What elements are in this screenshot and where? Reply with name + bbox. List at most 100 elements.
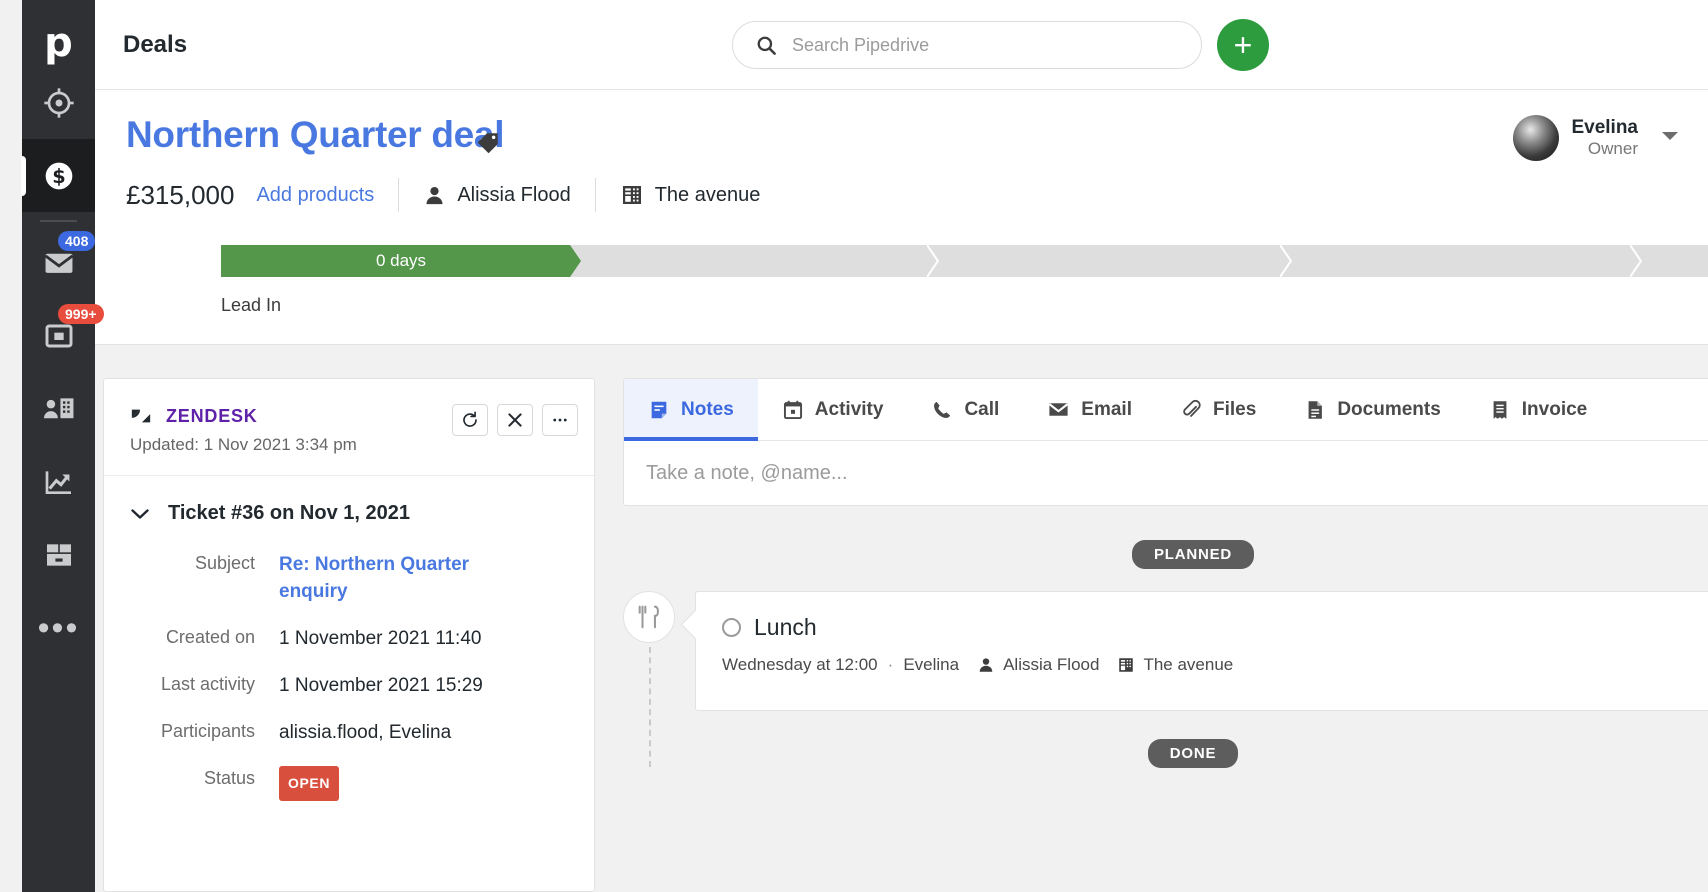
activity-card[interactable]: Lunch Wednesday at 12:00 · Evelina Aliss… <box>695 591 1708 711</box>
tab-call[interactable]: Call <box>907 379 1023 440</box>
activity-when: Wednesday at 12:00 <box>722 655 878 674</box>
mail-unread-badge: 408 <box>58 231 96 251</box>
stage-divider-3 <box>1279 244 1293 278</box>
deal-meta-row: £315,000 Add products Alissia Flood The … <box>126 178 760 212</box>
activity-separator: · <box>887 655 894 674</box>
field-label: Participants <box>160 721 255 741</box>
global-search[interactable] <box>732 21 1202 69</box>
meta-divider-2 <box>594 178 596 212</box>
person-icon <box>426 186 443 204</box>
pipeline-stages[interactable]: 0 days <box>221 244 1708 278</box>
tab-invoice-label: Invoice <box>1521 398 1588 420</box>
owner-name: Evelina <box>1571 117 1638 138</box>
pipedrive-logo-icon[interactable]: p <box>36 20 82 66</box>
sidebar-item-products[interactable] <box>22 518 95 591</box>
field-label: Subject <box>194 553 255 573</box>
tab-email-label: Email <box>1081 398 1132 420</box>
field-label: Last activity <box>160 674 255 694</box>
planned-section-header: PLANNED <box>623 540 1708 569</box>
deal-person[interactable]: Alissia Flood <box>423 183 571 207</box>
note-input-row[interactable] <box>624 441 1708 505</box>
top-bar: Deals + <box>95 0 1708 90</box>
field-value-subject[interactable]: Re: Northern Quarter enquiry <box>279 551 499 605</box>
sidebar-item-more[interactable]: ••• <box>22 591 95 664</box>
field-row-participants: Participants alissia.flood, Evelina <box>130 719 574 746</box>
tab-documents-label: Documents <box>1337 398 1441 420</box>
content-area: ZENDESK Updated: 1 Nov 2021 3:34 pm Tick… <box>95 345 1708 892</box>
add-button[interactable]: + <box>1217 19 1269 71</box>
organization-icon <box>1119 658 1134 672</box>
campaign-icon <box>45 324 72 347</box>
activity-item: Lunch Wednesday at 12:00 · Evelina Aliss… <box>623 591 1708 767</box>
planned-pill: PLANNED <box>1131 540 1255 569</box>
detail-tabs: Notes Activity Call Email Files Document… <box>624 379 1708 441</box>
zendesk-updated: Updated: 1 Nov 2021 3:34 pm <box>130 435 357 454</box>
tab-documents[interactable]: Documents <box>1280 379 1464 440</box>
activity-organization[interactable]: The avenue <box>1117 655 1233 675</box>
tab-notes-label: Notes <box>681 398 734 420</box>
deal-value: £315,000 <box>126 179 235 210</box>
tab-files[interactable]: Files <box>1156 379 1280 440</box>
lunch-icon <box>623 591 675 643</box>
unlink-icon <box>508 413 522 427</box>
sidebar-item-deals[interactable]: $ <box>21 139 95 212</box>
sidebar-item-insights[interactable] <box>22 445 95 518</box>
tab-call-label: Call <box>964 398 1000 420</box>
sidebar-item-leads[interactable] <box>22 66 95 139</box>
more-options-button[interactable] <box>542 404 578 436</box>
pipedrive-logo-letter: p <box>44 20 73 66</box>
sidebar-item-contacts[interactable] <box>22 372 95 445</box>
field-row-created-on: Created on 1 November 2021 11:40 <box>130 625 574 652</box>
search-input[interactable] <box>792 34 1172 56</box>
notes-card: Notes Activity Call Email Files Document… <box>623 378 1708 506</box>
document-icon <box>1308 400 1323 419</box>
dollar-circle-icon: $ <box>45 162 72 189</box>
invoice-icon <box>1493 400 1507 419</box>
activity-complete-checkbox[interactable] <box>722 618 741 637</box>
note-input[interactable] <box>646 461 1707 485</box>
activity-person-label: Alissia Flood <box>1003 655 1100 674</box>
target-icon <box>43 87 74 118</box>
done-pill: DONE <box>1147 739 1239 768</box>
tab-invoice[interactable]: Invoice <box>1465 379 1611 440</box>
refresh-icon <box>463 411 477 427</box>
svg-text:$: $ <box>52 165 65 188</box>
deal-organization[interactable]: The avenue <box>620 183 760 207</box>
tag-icon[interactable] <box>475 130 501 161</box>
note-icon <box>651 401 667 418</box>
pipeline-stage-label: Lead In <box>221 295 282 315</box>
tab-activity[interactable]: Activity <box>758 379 908 440</box>
deal-owner[interactable]: Evelina Owner <box>1513 115 1680 161</box>
activity-person[interactable]: Alissia Flood <box>977 655 1099 675</box>
chevron-down-icon <box>131 508 149 519</box>
owner-role: Owner <box>1587 139 1638 158</box>
deal-title[interactable]: Northern Quarter deal <box>126 114 504 156</box>
tab-notes[interactable]: Notes <box>624 379 758 441</box>
field-row-status: Status OPEN <box>130 766 574 801</box>
field-label: Status <box>203 768 255 788</box>
person-icon <box>979 658 993 672</box>
sidebar-item-mail[interactable]: 408 <box>22 226 96 299</box>
field-value-created-on: 1 November 2021 11:40 <box>279 628 482 649</box>
timeline-connector <box>649 647 651 767</box>
phone-icon <box>934 401 951 418</box>
tab-email[interactable]: Email <box>1023 379 1156 440</box>
calendar-icon <box>783 400 802 419</box>
field-value-status: OPEN <box>279 766 340 801</box>
zendesk-actions <box>452 404 578 436</box>
refresh-button[interactable] <box>452 404 488 436</box>
sidebar-item-campaigns[interactable]: 999+ <box>22 299 104 372</box>
pipeline-current-stage[interactable]: 0 days <box>221 245 581 277</box>
stage-divider-4 <box>1629 244 1643 278</box>
zendesk-ticket-header[interactable]: Ticket #36 on Nov 1, 2021 <box>104 476 594 533</box>
ellipsis-icon: ••• <box>37 608 80 647</box>
chevron-down-icon[interactable] <box>1660 129 1680 148</box>
unlink-button[interactable] <box>497 404 533 436</box>
add-products-link[interactable]: Add products <box>256 184 374 207</box>
zendesk-fields: Subject Re: Northern Quarter enquiry Cre… <box>104 533 594 841</box>
field-row-subject: Subject Re: Northern Quarter enquiry <box>130 551 574 605</box>
zendesk-panel: ZENDESK Updated: 1 Nov 2021 3:34 pm Tick… <box>103 378 595 892</box>
deal-person-label: Alissia Flood <box>457 183 571 206</box>
avatar <box>1513 115 1560 161</box>
envelope-icon <box>1049 403 1069 416</box>
